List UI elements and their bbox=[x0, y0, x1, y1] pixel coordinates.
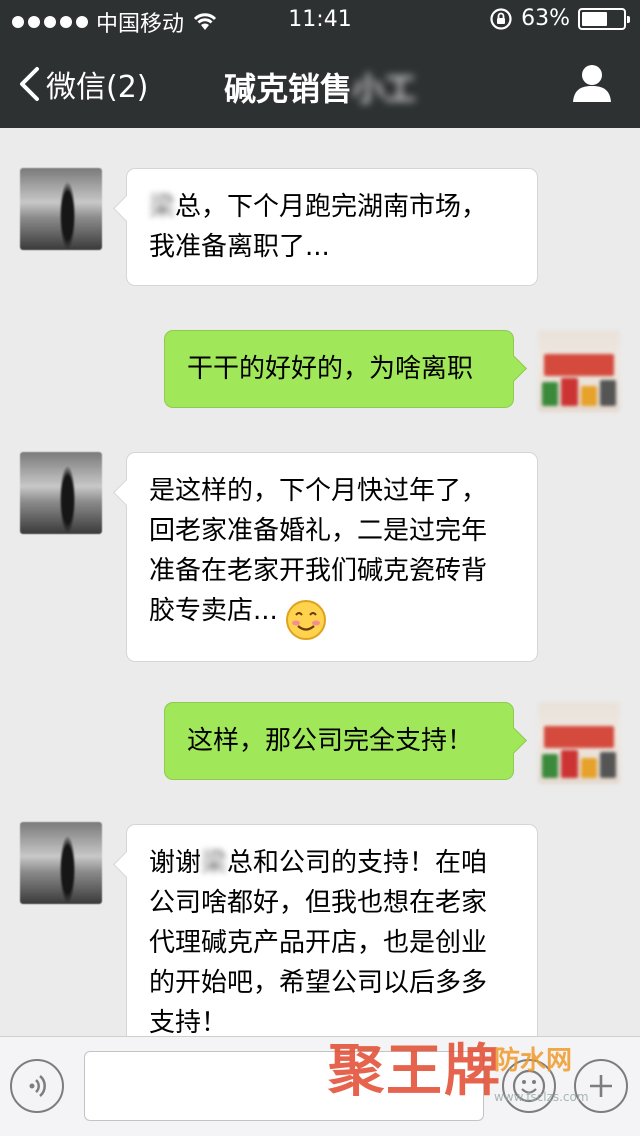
smile-emoji-icon bbox=[286, 600, 326, 640]
battery-percent: 63% bbox=[521, 6, 570, 31]
message-bubble-incoming[interactable]: 是这样的，下个月快过年了， 回老家准备婚礼，二是过完年 准备在老家开我们碱克瓷砖… bbox=[126, 452, 538, 662]
chat-title-blurred: 小工 bbox=[352, 70, 417, 108]
voice-button[interactable] bbox=[10, 1059, 64, 1113]
chat-title: 碱克销售小工 bbox=[0, 64, 640, 110]
my-avatar[interactable] bbox=[538, 702, 620, 784]
chat-area[interactable]: 梁总，下个月跑完湖南市场， 我准备离职了... 干干的好好的，为啥离职 是这样的… bbox=[0, 128, 640, 1036]
voice-icon bbox=[29, 1075, 46, 1097]
my-avatar[interactable] bbox=[538, 330, 620, 412]
more-button[interactable] bbox=[574, 1059, 628, 1113]
message-bubble-incoming[interactable]: 梁总，下个月跑完湖南市场， 我准备离职了... bbox=[126, 168, 538, 286]
blurred-name: 梁 bbox=[149, 192, 176, 222]
message-bubble-outgoing[interactable]: 干干的好好的，为啥离职 bbox=[164, 330, 514, 408]
emoji-button[interactable] bbox=[502, 1059, 556, 1113]
message-input[interactable] bbox=[84, 1051, 484, 1121]
message-text: 这样，那公司完全支持！ bbox=[187, 726, 474, 756]
message-text: 干干的好好的，为啥离职 bbox=[187, 354, 474, 384]
rotation-lock-icon bbox=[490, 7, 512, 30]
plus-icon bbox=[590, 1075, 612, 1097]
battery-icon bbox=[578, 7, 630, 30]
nav-bar: 微信(2) 碱克销售小工 bbox=[0, 40, 640, 128]
contact-avatar[interactable] bbox=[20, 452, 102, 534]
message-text: 总，下个月跑完湖南市场， 我准备离职了... bbox=[149, 192, 488, 262]
message-text-prefix: 谢谢 bbox=[149, 848, 202, 878]
message-bubble-outgoing[interactable]: 这样，那公司完全支持！ bbox=[164, 702, 514, 780]
input-bar bbox=[0, 1036, 640, 1136]
emoji-icon bbox=[512, 1069, 546, 1103]
person-icon bbox=[573, 65, 611, 102]
status-bar: 中国移动 11:41 63% bbox=[0, 0, 640, 40]
contact-avatar[interactable] bbox=[20, 168, 102, 250]
message-bubble-incoming[interactable]: 谢谢梁总和公司的支持！在咱 公司啥都好，但我也想在老家 代理碱克产品开店，也是创… bbox=[126, 824, 538, 1036]
chat-title-text: 碱克销售 bbox=[223, 70, 352, 108]
contact-avatar[interactable] bbox=[20, 822, 102, 904]
blurred-name: 梁 bbox=[201, 848, 228, 878]
chat-info-button[interactable] bbox=[572, 64, 612, 106]
